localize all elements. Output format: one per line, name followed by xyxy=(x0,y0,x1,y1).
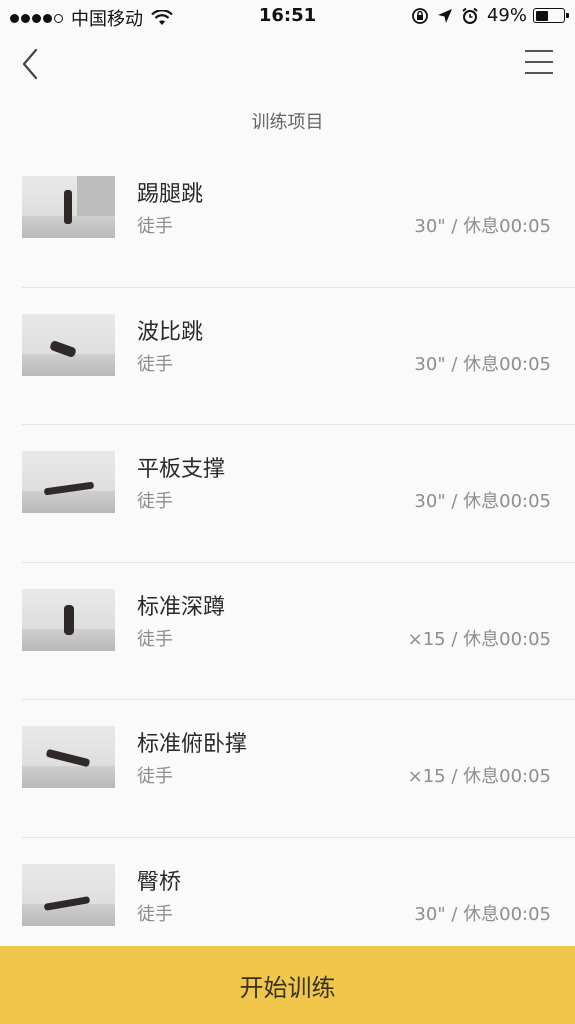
training-list-screen: 中国移动 16:51 49% 训练项目 踢腿跳 徒手 30" / 休息00:05… xyxy=(0,0,575,1024)
exercise-thumbnail xyxy=(22,313,115,376)
exercise-row[interactable]: 踢腿跳 徒手 30" / 休息00:05 xyxy=(0,150,575,288)
exercise-row[interactable]: 标准深蹲 徒手 ×15 / 休息00:05 xyxy=(0,563,575,700)
exercise-name: 踢腿跳 xyxy=(137,182,204,207)
status-bar: 中国移动 16:51 49% xyxy=(0,0,575,32)
exercise-detail: ×15 / 休息00:05 xyxy=(407,766,551,787)
exercise-name: 臀桥 xyxy=(137,869,182,895)
exercise-detail: 30" / 休息00:05 xyxy=(414,216,551,237)
exercise-thumbnail xyxy=(22,726,115,788)
menu-icon[interactable] xyxy=(523,48,555,76)
location-arrow-icon xyxy=(437,8,452,23)
chevron-left-icon[interactable] xyxy=(14,44,48,84)
exercise-thumbnail xyxy=(22,451,115,513)
exercise-detail: 30" / 休息00:05 xyxy=(414,353,551,375)
exercise-row[interactable]: 波比跳 徒手 30" / 休息00:05 xyxy=(0,288,575,425)
exercise-equipment: 徒手 xyxy=(137,216,173,237)
exercise-thumbnail xyxy=(22,176,115,238)
exercise-name: 平板支撑 xyxy=(137,457,226,482)
exercise-detail: 30" / 休息00:05 xyxy=(414,903,551,925)
rotation-lock-icon xyxy=(412,7,428,24)
page-title: 训练项目 xyxy=(251,112,324,133)
start-training-button[interactable]: 开始训练 xyxy=(0,946,575,1024)
status-right: 49% xyxy=(411,5,569,26)
exercise-row[interactable]: 标准俯卧撑 徒手 ×15 / 休息00:05 xyxy=(0,700,575,838)
battery-percent: 49% xyxy=(486,5,527,26)
exercise-equipment: 徒手 xyxy=(137,491,173,512)
exercise-name: 标准深蹲 xyxy=(137,594,226,620)
exercise-row[interactable]: 平板支撑 徒手 30" / 休息00:05 xyxy=(0,425,575,563)
nav-bar xyxy=(0,32,575,92)
exercise-equipment: 徒手 xyxy=(137,353,173,375)
alarm-icon xyxy=(462,7,478,24)
exercise-detail: 30" / 休息00:05 xyxy=(414,491,551,512)
exercise-name: 标准俯卧撑 xyxy=(137,732,248,757)
exercise-equipment: 徒手 xyxy=(137,628,173,650)
exercise-equipment: 徒手 xyxy=(137,903,173,925)
exercise-list: 踢腿跳 徒手 30" / 休息00:05 波比跳 徒手 30" / 休息00:0… xyxy=(0,150,575,975)
battery-icon xyxy=(533,8,569,23)
exercise-thumbnail xyxy=(22,863,115,926)
exercise-equipment: 徒手 xyxy=(137,766,173,787)
exercise-detail: ×15 / 休息00:05 xyxy=(407,628,551,650)
exercise-name: 波比跳 xyxy=(137,319,204,345)
exercise-thumbnail xyxy=(22,588,115,651)
